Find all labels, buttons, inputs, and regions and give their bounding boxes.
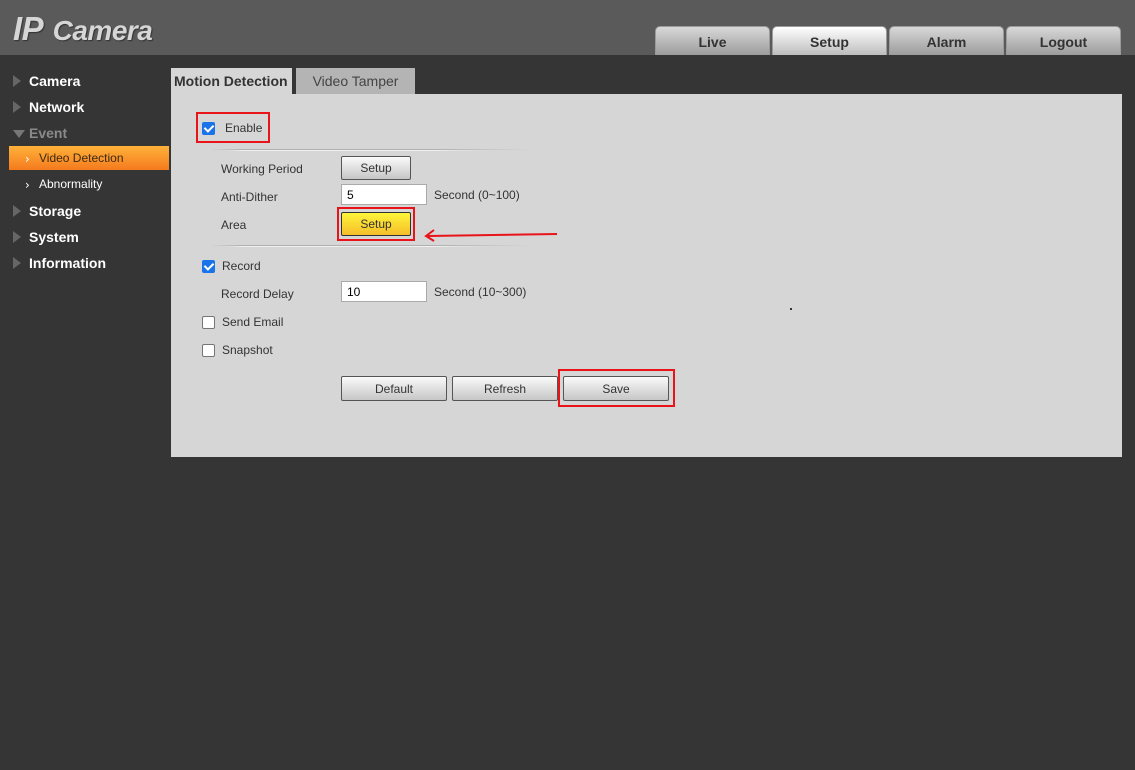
working-period-setup-button[interactable]: Setup <box>341 156 411 180</box>
triangle-right-icon <box>13 257 21 269</box>
send-email-label: Send Email <box>222 315 284 329</box>
stray-dot <box>790 308 792 310</box>
working-period-label: Working Period <box>221 162 303 176</box>
chevron-right-icon: › <box>25 178 30 192</box>
sidebar-item-camera[interactable]: Camera <box>0 68 170 94</box>
triangle-right-icon <box>13 205 21 217</box>
anti-dither-input[interactable]: 5 <box>341 184 427 205</box>
sidebar-item-information[interactable]: Information <box>0 250 170 276</box>
tab-video-tamper[interactable]: Video Tamper <box>296 68 415 94</box>
enable-label: Enable <box>225 121 263 135</box>
sidebar-subitem-abnormality[interactable]: › Abnormality <box>9 172 169 196</box>
anti-dither-label: Anti-Dither <box>221 190 278 204</box>
snapshot-row: Snapshot <box>202 343 273 357</box>
send-email-checkbox[interactable] <box>202 315 215 329</box>
sidebar-subitem-video-detection[interactable]: › Video Detection <box>9 146 169 170</box>
logo-camera: Camera <box>52 15 153 46</box>
tab-motion-detection[interactable]: Motion Detection <box>171 68 292 94</box>
refresh-button[interactable]: Refresh <box>452 376 558 401</box>
logo-ip: IP <box>13 10 42 47</box>
snapshot-checkbox[interactable] <box>202 343 215 357</box>
sidebar-item-storage[interactable]: Storage <box>0 198 170 224</box>
divider <box>211 245 531 247</box>
sidebar-item-label: Storage <box>29 203 82 219</box>
sidebar-subitem-label: Video Detection <box>39 151 124 165</box>
triangle-down-icon <box>13 130 25 138</box>
triangle-right-icon <box>13 75 21 87</box>
motion-detection-panel: Enable Working Period Setup Anti-Dither … <box>171 94 1122 457</box>
save-button[interactable]: Save <box>563 376 669 401</box>
sidebar: Camera Network Event › Video Detection ›… <box>0 68 170 276</box>
snapshot-label: Snapshot <box>222 343 273 357</box>
chevron-right-icon: › <box>25 152 30 166</box>
tab-alarm[interactable]: Alarm <box>889 26 1004 55</box>
record-checkbox[interactable] <box>202 259 215 273</box>
enable-checkbox[interactable] <box>202 121 215 135</box>
triangle-right-icon <box>13 231 21 243</box>
sidebar-item-system[interactable]: System <box>0 224 170 250</box>
sidebar-item-label: System <box>29 229 79 245</box>
tab-live[interactable]: Live <box>655 26 770 55</box>
enable-row: Enable <box>202 121 262 135</box>
triangle-right-icon <box>13 101 21 113</box>
send-email-row: Send Email <box>202 315 283 329</box>
record-delay-input[interactable]: 10 <box>341 281 427 302</box>
area-label: Area <box>221 218 247 232</box>
sidebar-subitem-label: Abnormality <box>39 177 103 191</box>
sidebar-item-label: Event <box>29 125 68 141</box>
record-label: Record <box>222 259 261 273</box>
content-tabs: Motion Detection Video Tamper <box>171 68 415 94</box>
top-nav-tabs: Live Setup Alarm Logout <box>655 26 1121 55</box>
header-bar: IP Camera Live Setup Alarm Logout <box>0 0 1135 55</box>
sidebar-item-event[interactable]: Event <box>0 120 170 146</box>
tab-logout[interactable]: Logout <box>1006 26 1121 55</box>
logo: IP Camera <box>13 10 153 48</box>
tab-setup[interactable]: Setup <box>772 26 887 55</box>
anti-dither-unit: Second (0~100) <box>434 188 520 202</box>
sidebar-item-label: Camera <box>29 73 81 89</box>
record-row: Record <box>202 259 261 273</box>
divider <box>211 149 531 151</box>
sidebar-item-label: Network <box>29 99 85 115</box>
default-button[interactable]: Default <box>341 376 447 401</box>
area-setup-button[interactable]: Setup <box>341 212 411 236</box>
record-delay-label: Record Delay <box>221 287 294 301</box>
sidebar-item-network[interactable]: Network <box>0 94 170 120</box>
record-delay-unit: Second (10~300) <box>434 285 527 299</box>
sidebar-item-label: Information <box>29 255 106 271</box>
